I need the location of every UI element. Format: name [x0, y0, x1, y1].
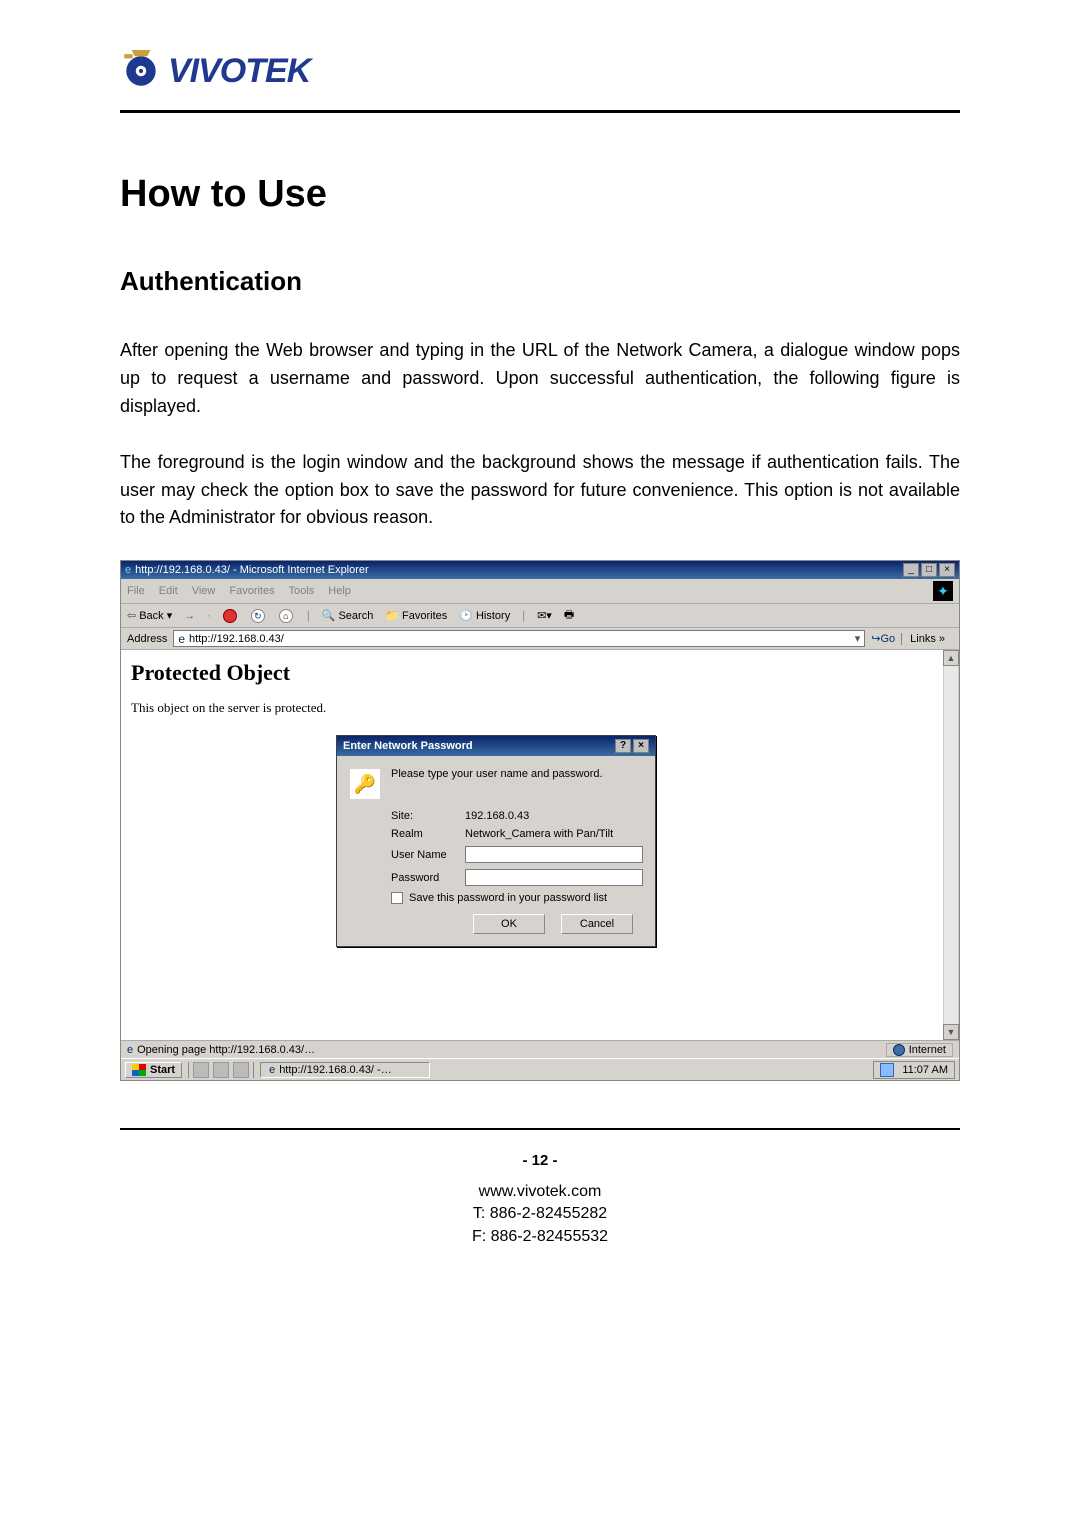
- ie-window: e http://192.168.0.43/ - Microsoft Inter…: [120, 560, 960, 1081]
- error-subtext: This object on the server is protected.: [131, 700, 949, 716]
- quicklaunch-ie-icon[interactable]: [213, 1062, 229, 1078]
- dialog-titlebar: Enter Network Password ? ×: [337, 736, 655, 756]
- ie-app-icon: e: [125, 564, 131, 576]
- back-button[interactable]: ⇦Back ▾: [127, 609, 172, 622]
- windows-taskbar: Start e http://192.168.0.43/ -… 11:07 AM: [121, 1058, 959, 1080]
- password-label: Password: [391, 872, 457, 884]
- dialog-prompt: Please type your user name and password.: [391, 768, 603, 800]
- password-input[interactable]: [465, 869, 643, 886]
- site-label: Site:: [391, 810, 457, 822]
- menu-help[interactable]: Help: [328, 585, 351, 597]
- ie-title-text: http://192.168.0.43/ - Microsoft Interne…: [135, 564, 369, 576]
- address-url: http://192.168.0.43/: [189, 633, 284, 645]
- error-heading: Protected Object: [131, 660, 949, 686]
- maximize-button[interactable]: □: [921, 563, 937, 577]
- header-divider: [120, 110, 960, 113]
- taskbar-item-icon: e: [269, 1064, 275, 1076]
- realm-value: Network_Camera with Pan/Tilt: [465, 828, 613, 840]
- auth-dialog: Enter Network Password ? × 🔑 Please type…: [336, 735, 656, 947]
- intro-paragraph-2: The foreground is the login window and t…: [120, 449, 960, 533]
- brand-logo: VIVOTEK: [120, 50, 960, 92]
- home-icon[interactable]: ⌂: [279, 609, 293, 623]
- menu-favorites[interactable]: Favorites: [229, 585, 274, 597]
- address-label: Address: [127, 633, 167, 645]
- status-text: Opening page http://192.168.0.43/…: [137, 1044, 315, 1056]
- dialog-close-button[interactable]: ×: [633, 739, 649, 753]
- go-button[interactable]: ↪Go: [871, 632, 895, 645]
- save-password-checkbox[interactable]: [391, 892, 403, 904]
- start-button[interactable]: Start: [125, 1062, 182, 1078]
- footer-website: www.vivotek.com: [0, 1181, 1080, 1203]
- zone-label: Internet: [909, 1044, 946, 1056]
- footer-divider: [120, 1128, 960, 1130]
- dialog-title-text: Enter Network Password: [343, 740, 473, 752]
- system-tray: 11:07 AM: [873, 1061, 955, 1079]
- intro-paragraph-1: After opening the Web browser and typing…: [120, 337, 960, 421]
- username-label: User Name: [391, 849, 457, 861]
- menu-edit[interactable]: Edit: [159, 585, 178, 597]
- internet-zone-icon: [893, 1044, 905, 1056]
- ie-throbber-icon: ✦: [933, 581, 953, 601]
- links-toolbar[interactable]: Links »: [901, 633, 953, 645]
- username-input[interactable]: [465, 846, 643, 863]
- quicklaunch-desktop-icon[interactable]: [193, 1062, 209, 1078]
- page-title: How to Use: [120, 173, 960, 216]
- keys-icon: 🔑: [349, 768, 381, 800]
- ie-addressbar: Address e http://192.168.0.43/ ▾ ↪Go Lin…: [121, 628, 959, 650]
- history-button[interactable]: 🕑History: [459, 609, 510, 622]
- menu-file[interactable]: File: [127, 585, 145, 597]
- footer-fax: F: 886-2-82455532: [0, 1226, 1080, 1248]
- cancel-button[interactable]: Cancel: [561, 914, 633, 934]
- taskbar-item-ie[interactable]: e http://192.168.0.43/ -…: [260, 1062, 430, 1078]
- windows-flag-icon: [132, 1064, 146, 1076]
- zone-indicator: Internet: [886, 1043, 953, 1057]
- ie-titlebar: e http://192.168.0.43/ - Microsoft Inter…: [121, 561, 959, 579]
- ie-statusbar: e Opening page http://192.168.0.43/… Int…: [121, 1040, 959, 1058]
- forward-button[interactable]: →: [184, 610, 195, 622]
- address-dropdown-icon[interactable]: ▾: [855, 632, 861, 645]
- taskbar-item-label: http://192.168.0.43/ -…: [279, 1064, 392, 1076]
- address-input[interactable]: e http://192.168.0.43/ ▾: [173, 630, 865, 647]
- ok-button[interactable]: OK: [473, 914, 545, 934]
- mail-icon[interactable]: ✉▾: [537, 609, 552, 622]
- ie-viewport: ▲ ▼ Protected Object This object on the …: [121, 650, 959, 1040]
- scroll-down-button[interactable]: ▼: [943, 1024, 959, 1040]
- refresh-icon[interactable]: ↻: [251, 609, 265, 623]
- stop-icon[interactable]: [223, 609, 237, 623]
- realm-label: Realm: [391, 828, 457, 840]
- menu-view[interactable]: View: [192, 585, 216, 597]
- page-favicon-icon: e: [178, 632, 185, 646]
- menu-tools[interactable]: Tools: [289, 585, 315, 597]
- dialog-help-button[interactable]: ?: [615, 739, 631, 753]
- status-page-icon: e: [127, 1044, 133, 1056]
- ie-toolbar: ⇦Back ▾ → · ↻ ⌂ | 🔍Search 📁Favorites 🕑Hi…: [121, 604, 959, 628]
- tray-clock: 11:07 AM: [902, 1064, 948, 1076]
- site-value: 192.168.0.43: [465, 810, 529, 822]
- quicklaunch-outlook-icon[interactable]: [233, 1062, 249, 1078]
- page-footer: - 12 - www.vivotek.com T: 886-2-82455282…: [0, 1152, 1080, 1248]
- brand-wordmark: VIVOTEK: [168, 52, 310, 91]
- tray-icon[interactable]: [880, 1063, 894, 1077]
- footer-phone: T: 886-2-82455282: [0, 1203, 1080, 1225]
- page-number: - 12 -: [0, 1152, 1080, 1169]
- quick-launch: [188, 1062, 254, 1078]
- minimize-button[interactable]: _: [903, 563, 919, 577]
- vivotek-mark-icon: [120, 50, 162, 92]
- search-button[interactable]: 🔍Search: [322, 609, 374, 622]
- scroll-up-button[interactable]: ▲: [943, 650, 959, 666]
- favorites-button[interactable]: 📁Favorites: [385, 609, 447, 622]
- close-button[interactable]: ×: [939, 563, 955, 577]
- scrollbar-track[interactable]: [943, 666, 959, 1024]
- save-password-label: Save this password in your password list: [409, 892, 607, 904]
- start-label: Start: [150, 1064, 175, 1076]
- print-icon[interactable]: 🖶: [564, 606, 574, 625]
- ie-menubar: File Edit View Favorites Tools Help ✦: [121, 579, 959, 604]
- section-heading-authentication: Authentication: [120, 266, 960, 297]
